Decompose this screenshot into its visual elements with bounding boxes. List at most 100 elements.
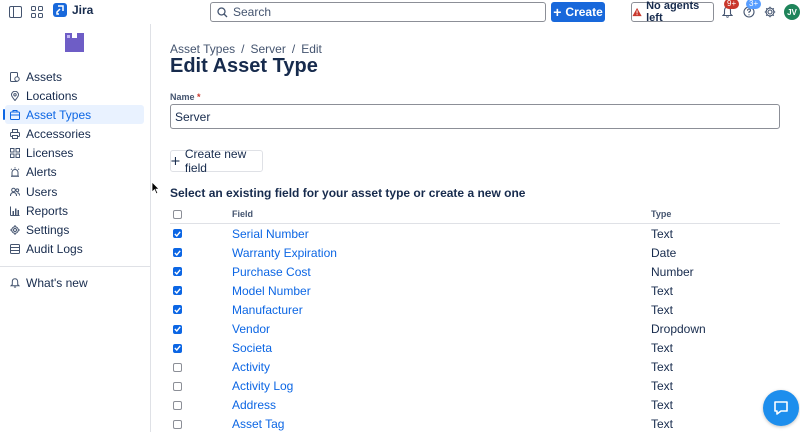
select-all-checkbox[interactable] [173, 209, 182, 219]
checkmark-icon [174, 288, 181, 294]
sidebar-item-alerts[interactable]: Alerts [5, 163, 144, 182]
sidebar-item-label: Locations [26, 88, 78, 103]
help-chat-button[interactable] [763, 390, 799, 426]
table-row: Purchase Cost Number [170, 262, 780, 281]
table-row: Address Text [170, 396, 780, 415]
field-type: Text [651, 302, 674, 317]
field-name-link[interactable]: Model Number [232, 284, 651, 298]
row-checkbox[interactable] [173, 267, 182, 277]
asset-types-icon [10, 109, 20, 120]
sidebar-item-assets[interactable]: Assets [5, 67, 144, 86]
row-checkbox[interactable] [173, 324, 182, 334]
chat-bubble-icon [774, 401, 788, 415]
table-row: Serial Number Text [170, 224, 780, 243]
column-header-field: Field [232, 209, 254, 219]
field-name-link[interactable]: Manufacturer [232, 303, 651, 317]
row-checkbox[interactable] [173, 419, 182, 429]
field-name-link[interactable]: Activity [232, 360, 651, 374]
sidebar-item-reports[interactable]: Reports [5, 201, 144, 220]
sidebar-item-label: Reports [26, 203, 69, 218]
jira-logo-icon [53, 3, 67, 17]
field-type: Text [651, 360, 674, 375]
row-checkbox[interactable] [173, 343, 182, 353]
field-name-link[interactable]: Warranty Expiration [232, 246, 651, 260]
field-name-link[interactable]: Asset Tag [232, 417, 651, 431]
row-checkbox[interactable] [173, 229, 182, 239]
table-row: Warranty Expiration Date [170, 243, 780, 262]
location-pin-icon [10, 90, 20, 101]
workspace-logo-icon[interactable] [65, 33, 84, 52]
row-checkbox[interactable] [173, 248, 182, 258]
alarm-icon [10, 167, 20, 178]
table-row: Activity Text [170, 358, 780, 377]
sidebar-item-label: Users [26, 184, 58, 199]
breadcrumb-edit: Edit [301, 42, 322, 56]
sidebar: Assets Locations Asset Types Accessories… [0, 24, 151, 432]
users-icon [10, 187, 20, 196]
jira-home-link[interactable]: Jira [53, 3, 93, 17]
gear-icon [10, 225, 20, 235]
field-type: Text [651, 226, 674, 241]
row-checkbox[interactable] [173, 381, 182, 391]
table-row: Manufacturer Text [170, 300, 780, 319]
search-box[interactable] [210, 2, 546, 22]
plus-icon: + [553, 4, 562, 20]
create-new-field-button[interactable]: Create new field [170, 147, 263, 175]
sidebar-nav: Assets Locations Asset Types Accessories… [3, 67, 144, 259]
sidebar-item-locations[interactable]: Locations [5, 86, 144, 105]
sidebar-item-accessories[interactable]: Accessories [5, 125, 144, 144]
whats-new-link[interactable]: What's new [10, 276, 88, 290]
assets-icon [10, 71, 20, 82]
field-name-link[interactable]: Activity Log [232, 379, 651, 393]
checkmark-icon [174, 307, 181, 313]
table-body: Serial Number Text Warranty Expiration Date… [170, 224, 780, 434]
row-checkbox[interactable] [173, 400, 182, 410]
field-name-link[interactable]: Societa [232, 341, 651, 355]
search-icon [217, 6, 228, 17]
sidebar-item-audit-logs[interactable]: Audit Logs [5, 240, 144, 259]
checkmark-icon [174, 345, 181, 352]
sidebar-item-settings[interactable]: Settings [5, 221, 144, 240]
sidebar-item-label: Accessories [26, 127, 91, 142]
name-label-text: Name [170, 92, 195, 102]
app-switcher-icon[interactable] [29, 4, 45, 20]
printer-icon [10, 129, 20, 140]
field-name-link[interactable]: Address [232, 398, 651, 412]
sidebar-item-label: Assets [26, 69, 63, 84]
grid-icon [10, 148, 20, 159]
field-name-link[interactable]: Vendor [232, 322, 651, 336]
row-checkbox[interactable] [173, 305, 182, 315]
breadcrumb: Asset Types / Server / Edit [170, 42, 322, 56]
name-field-label: Name * [170, 92, 201, 102]
field-type: Text [651, 283, 674, 298]
table-row: Asset Tag Text [170, 415, 780, 434]
create-button[interactable]: + Create [551, 2, 605, 22]
sidebar-toggle-icon[interactable] [7, 4, 23, 20]
sidebar-item-asset-types[interactable]: Asset Types [3, 105, 144, 125]
name-input[interactable] [170, 104, 780, 129]
field-name-link[interactable]: Serial Number [232, 227, 651, 241]
breadcrumb-asset-types[interactable]: Asset Types [170, 42, 235, 56]
agents-status-label: No agents left [646, 0, 700, 24]
row-checkbox[interactable] [173, 362, 182, 372]
row-checkbox[interactable] [173, 286, 182, 296]
field-name-link[interactable]: Purchase Cost [232, 265, 651, 279]
field-type: Text [651, 417, 674, 432]
field-type: Text [651, 398, 674, 413]
bell-icon [10, 278, 20, 288]
list-icon [10, 244, 20, 255]
search-input[interactable] [233, 5, 513, 19]
field-type: Number [651, 264, 694, 279]
field-type: Text [651, 341, 674, 356]
breadcrumb-separator: / [241, 42, 245, 56]
settings-gear-icon[interactable] [762, 4, 778, 20]
sidebar-item-licenses[interactable]: Licenses [5, 144, 144, 163]
sidebar-item-users[interactable]: Users [5, 182, 144, 201]
page-title: Edit Asset Type [170, 55, 318, 77]
agents-status-button[interactable]: No agents left [631, 0, 714, 24]
user-avatar[interactable]: JV [784, 4, 800, 20]
breadcrumb-server[interactable]: Server [251, 42, 286, 56]
checkmark-icon [174, 250, 181, 256]
create-button-label: Create [565, 5, 603, 19]
sidebar-item-label: Licenses [26, 146, 74, 161]
